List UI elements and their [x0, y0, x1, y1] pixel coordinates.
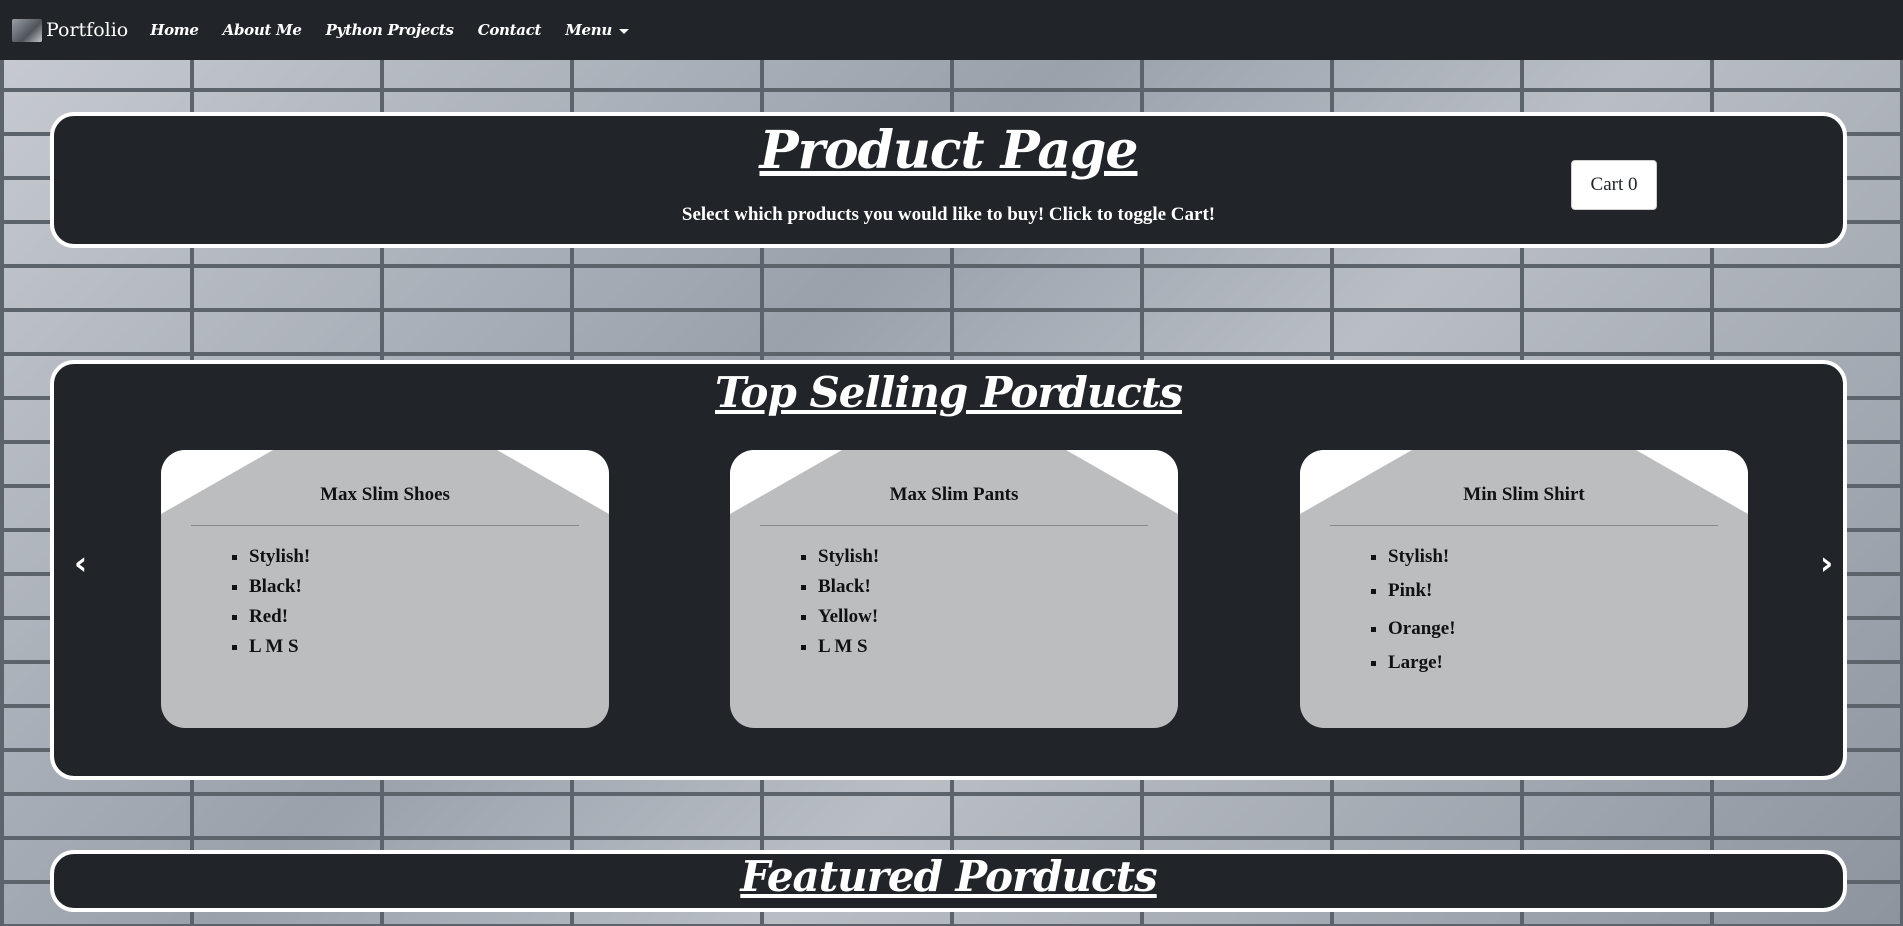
list-item: Stylish!: [1388, 542, 1456, 572]
nav-links: Home About Me Python Projects Contact Me…: [150, 21, 653, 39]
menu-label: Menu: [565, 21, 612, 39]
brand[interactable]: Portfolio: [12, 18, 129, 42]
product-card-shirt[interactable]: Min Slim Shirt Stylish! Pink! Orange! La…: [1300, 450, 1748, 728]
list-item: Black!: [249, 572, 310, 602]
nav-link-about[interactable]: About Me: [223, 21, 302, 39]
list-item: Yellow!: [818, 602, 879, 632]
menu-dropdown[interactable]: Menu: [565, 21, 629, 39]
product-card-title: Max Slim Pants: [889, 484, 1019, 505]
top-selling-panel: Top Selling Porducts ‹ › Max Slim Shoes …: [50, 360, 1847, 780]
list-item: Red!: [249, 602, 310, 632]
list-item: Pink!: [1388, 572, 1456, 610]
card-divider: [1330, 525, 1718, 526]
list-item: L M S: [818, 632, 879, 662]
card-divider: [191, 525, 579, 526]
featured-panel: Featured Porducts: [50, 850, 1847, 912]
carousel-next-icon[interactable]: ›: [1820, 544, 1833, 582]
list-item: Black!: [818, 572, 879, 602]
list-item: L M S: [249, 632, 310, 662]
cart-button[interactable]: Cart 0: [1571, 160, 1657, 210]
product-card-title: Min Slim Shirt: [1463, 484, 1585, 505]
navbar: Portfolio Home About Me Python Projects …: [0, 0, 1903, 60]
product-feature-list: Stylish! Pink! Orange! Large!: [1358, 542, 1456, 678]
hero-panel: Product Page Select which products you w…: [50, 112, 1847, 248]
product-card-title: Max Slim Shoes: [320, 484, 450, 505]
top-selling-title: Top Selling Porducts: [715, 368, 1183, 417]
list-item: Stylish!: [249, 542, 310, 572]
nav-link-python-projects[interactable]: Python Projects: [326, 21, 454, 39]
nav-link-home[interactable]: Home: [150, 21, 199, 39]
nav-link-contact[interactable]: Contact: [478, 21, 542, 39]
product-feature-list: Stylish! Black! Red! L M S: [219, 542, 310, 662]
list-item: Large!: [1388, 648, 1456, 678]
list-item: Orange!: [1388, 610, 1456, 648]
caret-down-icon: [618, 28, 629, 34]
brand-text: Portfolio: [46, 19, 129, 41]
carousel-prev-icon[interactable]: ‹: [74, 544, 87, 582]
product-card-pants[interactable]: Max Slim Pants Stylish! Black! Yellow! L…: [730, 450, 1178, 728]
product-feature-list: Stylish! Black! Yellow! L M S: [788, 542, 879, 662]
product-card-shoes[interactable]: Max Slim Shoes Stylish! Black! Red! L M …: [161, 450, 609, 728]
card-divider: [760, 525, 1148, 526]
featured-title: Featured Porducts: [740, 852, 1157, 901]
list-item: Stylish!: [818, 542, 879, 572]
brand-logo-image: [12, 18, 42, 42]
